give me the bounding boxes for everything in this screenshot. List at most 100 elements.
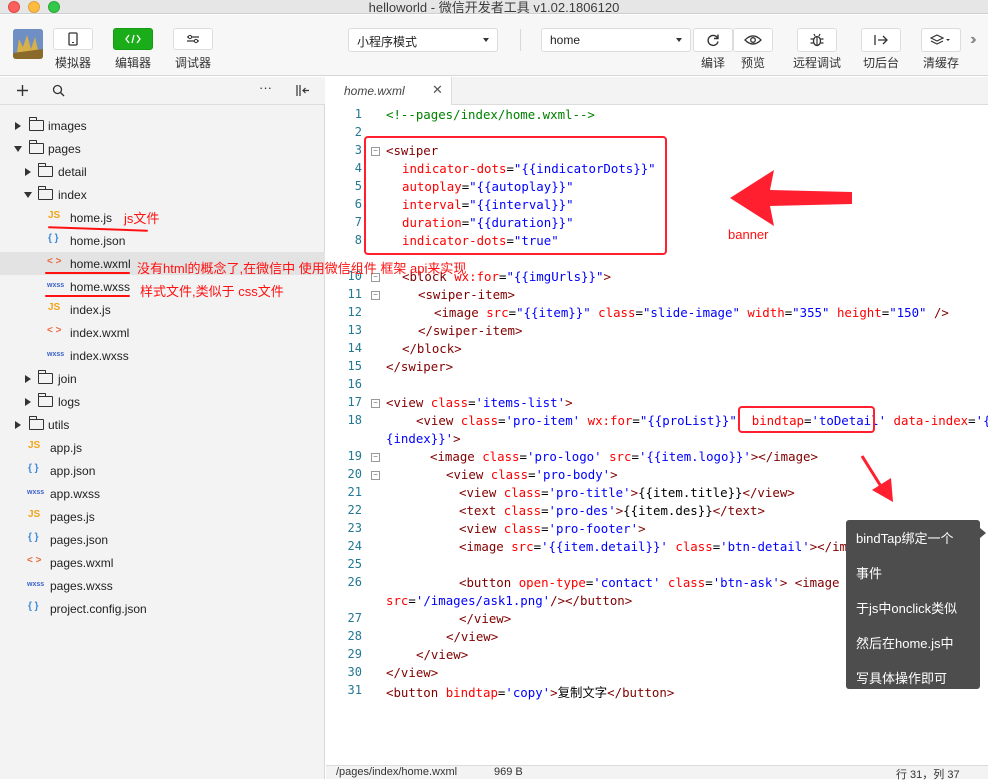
eye-icon [744,35,762,45]
more-options-icon[interactable]: ··· [259,80,272,95]
line-number: 11 [347,287,362,301]
chevron-right-icon[interactable] [25,398,31,406]
annotation-underline [45,295,130,297]
folder-icon [38,163,53,177]
tree-item-label: app.js [50,441,83,455]
line-number: 8 [354,233,362,247]
tree-file-index-wxss[interactable]: wxss index.wxss [0,344,325,367]
tooltip-line: bindTap绑定一个 [856,531,954,546]
code-line-27: </view> [459,611,512,626]
tree-item-label: pages.js [50,510,95,524]
line-number: 27 [347,611,362,625]
debugger-button[interactable] [173,28,213,50]
status-position[interactable]: 行 31，列 37 [896,766,960,782]
tree-item-label: index.wxss [70,349,129,363]
tree-file-project-config-json[interactable]: { } project.config.json [0,597,325,620]
mode-select-value: 小程序模式 [357,35,418,49]
tree-folder-join[interactable]: join [0,367,325,390]
line-number: 2 [354,125,362,139]
mode-select[interactable]: 小程序模式 [348,28,498,52]
chevron-down-icon[interactable] [24,192,32,198]
chevron-down-icon[interactable] [14,146,22,152]
chevron-right-icon[interactable] [25,168,31,176]
code-line-24: <image src='{{item.detail}}' class='btn-… [459,539,877,554]
file-tree-toolbar: ··· [0,77,325,105]
fold-toggle-icon[interactable]: − [371,453,380,462]
remote-debug-button[interactable] [797,28,837,52]
chevron-right-icon[interactable] [15,421,21,429]
tree-file-pages-wxss[interactable]: wxss pages.wxss [0,574,325,597]
tree-folder-index[interactable]: index [0,183,325,206]
tree-file-app-json[interactable]: { } app.json [0,459,325,482]
tab-home-wxml[interactable]: home.wxml ✕ [326,77,452,105]
line-number: 23 [347,521,362,535]
fold-toggle-icon[interactable]: − [371,399,380,408]
line-number: 24 [347,539,362,553]
code-line-1: <!--pages/index/home.wxml--> [386,107,595,122]
tab-label: home.wxml [344,84,405,98]
tree-folder-logs[interactable]: logs [0,390,325,413]
simulator-button[interactable] [53,28,93,50]
add-icon[interactable] [16,84,29,97]
tree-item-label: project.config.json [50,602,147,616]
editor-button[interactable] [113,28,153,50]
more-icon[interactable]: ›› [970,31,976,49]
clear-cache-label: 清缓存 [922,56,959,70]
tooltip-line: 写具体操作即可 [856,671,948,686]
folder-icon [29,117,44,131]
tree-file-pages-json[interactable]: { } pages.json [0,528,325,551]
avatar[interactable] [13,29,43,59]
remote-debug-label: 远程调试 [792,56,841,70]
chevron-right-icon[interactable] [25,375,31,383]
fold-toggle-icon[interactable]: − [371,291,380,300]
line-number: 30 [347,665,362,679]
folder-icon [38,370,53,384]
swiper-highlight-box [364,136,667,255]
tree-folder-detail[interactable]: detail [0,160,325,183]
collapse-panel-icon[interactable] [296,84,310,97]
js-file-icon: JS [48,210,61,221]
tooltip-line: 于js中onclick类似 [856,601,958,616]
tree-folder-images[interactable]: images [0,114,325,137]
tree-file-pages-wxml[interactable]: < > pages.wxml [0,551,325,574]
code-line-28: </view> [446,629,499,644]
tree-folder-pages[interactable]: pages [0,137,325,160]
tree-file-index-js[interactable]: JS index.js [0,298,325,321]
window-title: helloworld - 微信开发者工具 v1.02.1806120 [368,0,620,15]
search-icon[interactable] [52,84,65,97]
background-button[interactable] [861,28,901,52]
tree-file-pages-js[interactable]: JS pages.js [0,505,325,528]
tree-file-app-wxss[interactable]: wxss app.wxss [0,482,325,505]
folder-open-icon [38,186,53,200]
annotation-wxss-note: 样式文件,类似于 css文件 [140,284,284,299]
tree-file-app-js[interactable]: JS app.js [0,436,325,459]
editor-label: 编辑器 [114,56,151,70]
code-line-11: <swiper-item> [418,287,515,302]
status-path: /pages/index/home.wxml [336,766,458,778]
folder-icon [38,393,53,407]
tree-item-label: app.wxss [50,487,101,501]
tree-item-label: images [48,119,87,133]
compile-button[interactable] [693,28,733,52]
close-icon[interactable]: ✕ [432,82,443,98]
tree-item-label: pages.wxml [50,556,114,570]
clear-cache-button[interactable] [921,28,961,52]
tree-item-label: pages [48,142,81,156]
tree-item-label: logs [58,395,81,409]
tree-file-home-json[interactable]: { } home.json [0,229,325,252]
page-select[interactable]: home [541,28,691,52]
line-number: 4 [354,161,362,175]
editor-tab-bar: home.wxml ✕ [326,77,988,105]
tree-file-index-wxml[interactable]: < > index.wxml [0,321,325,344]
code-line-21: <view class='pro-title'>{{item.title}}</… [459,485,795,500]
preview-button[interactable] [733,28,773,52]
annotation-wxml-note: 没有html的概念了,在微信中 使用微信组件 框架 api来实现 [137,261,467,276]
tree-folder-utils[interactable]: utils [0,413,325,436]
chevron-right-icon[interactable] [15,122,21,130]
js-file-icon: JS [28,440,41,451]
tree-item-label: join [58,372,77,386]
wxml-file-icon: < > [47,325,62,336]
fold-toggle-icon[interactable]: − [371,471,380,480]
code-line-18: <view class='pro-item' wx:for="{{proList… [416,413,988,428]
tree-item-label: home.wxml [70,257,131,271]
